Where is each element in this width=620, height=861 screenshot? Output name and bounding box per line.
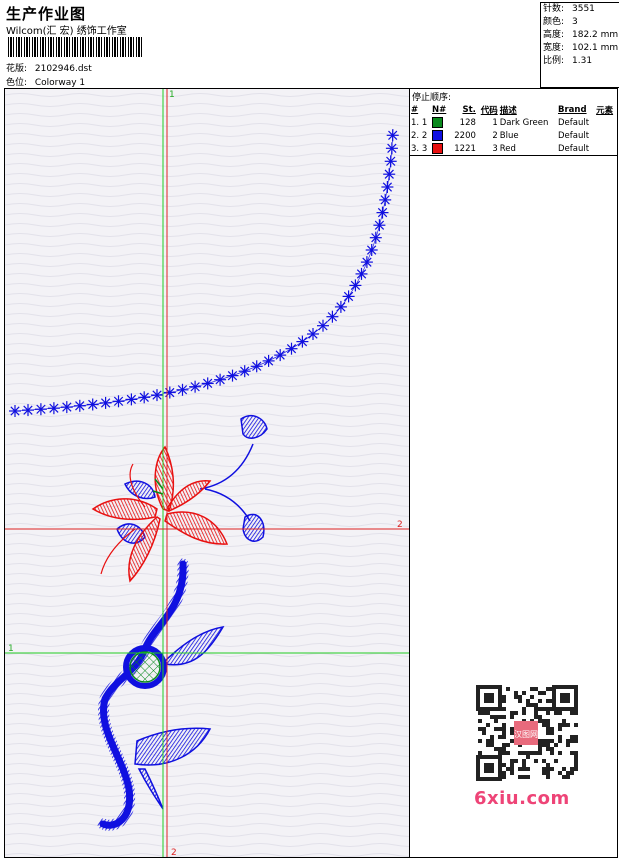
cross-stitch-star bbox=[34, 403, 47, 416]
pattern-file-value: 2102946.dst bbox=[34, 64, 92, 74]
cross-stitch-star bbox=[226, 369, 239, 382]
qr-code[interactable]: 汉图网 bbox=[470, 683, 582, 783]
production-sheet: 生产作业图 Wilcom(汇 宏) 绣饰工作室 花版: 2102946.dst … bbox=[0, 0, 620, 861]
design-preview[interactable]: 1 2 1 2 bbox=[5, 89, 410, 858]
col-brand: Brand bbox=[558, 104, 587, 115]
design-info-box: 针数: 3551 颜色: 3 高度: 182.2 mm 宽度: 102.1 mm 比例:… bbox=[540, 2, 619, 88]
row-needle: 2 bbox=[421, 130, 428, 141]
stop-table-bottom-rule bbox=[410, 155, 617, 156]
scale-row: 比例: 1.31 bbox=[541, 55, 619, 68]
colors-value: 3 bbox=[572, 17, 578, 27]
stitches-row: 针数: 3551 bbox=[541, 3, 619, 16]
row-description: Blue bbox=[499, 130, 519, 141]
col-stitches: St. bbox=[462, 104, 476, 115]
cross-stitch-star bbox=[383, 168, 396, 181]
pattern-label: 花版: bbox=[6, 64, 28, 74]
height-value: 182.2 mm bbox=[572, 30, 619, 40]
colors-label: 颜色: bbox=[543, 17, 565, 27]
col-index: # bbox=[411, 104, 419, 115]
cross-stitch-star bbox=[86, 398, 99, 411]
col-needle: N# bbox=[432, 104, 447, 115]
width-value: 102.1 mm bbox=[572, 43, 619, 53]
stop-sequence-panel: 停止顺序: # N# St. 代码 描述 Brand 元素 1. 1 128 1… bbox=[410, 89, 617, 156]
cross-stitch-star bbox=[189, 380, 202, 393]
width-label: 宽度: bbox=[543, 43, 565, 53]
cross-stitch-star bbox=[384, 155, 397, 168]
row-index: 1. bbox=[411, 117, 420, 128]
colors-row: 颜色: 3 bbox=[541, 16, 619, 29]
cross-stitch-star bbox=[317, 319, 329, 332]
row-description: Dark Green bbox=[499, 117, 549, 128]
row-code: 1 bbox=[492, 117, 498, 128]
cross-stitch-star bbox=[22, 404, 34, 417]
barcode bbox=[8, 37, 142, 57]
cross-stitch-star bbox=[201, 377, 214, 390]
stop-sequence-title: 停止顺序: bbox=[412, 93, 452, 103]
scale-value: 1.31 bbox=[572, 56, 593, 66]
fabric-texture bbox=[5, 89, 409, 857]
table-row[interactable]: 2. 2 2200 2 Blue Default bbox=[410, 129, 617, 142]
stitches-label: 针数: bbox=[543, 4, 565, 14]
row-index: 2. bbox=[411, 130, 420, 141]
cross-stitch-star bbox=[176, 383, 189, 396]
stitches-value: 3551 bbox=[572, 4, 595, 14]
qr-code-svg: 汉图网 bbox=[470, 683, 582, 783]
row-code: 2 bbox=[492, 130, 498, 141]
scale-label: 比例: bbox=[543, 56, 565, 66]
pattern-file-line: 花版: 2102946.dst bbox=[6, 61, 92, 74]
cross-stitch-star bbox=[385, 142, 398, 155]
color-swatch bbox=[432, 130, 443, 141]
stop-sequence-table: # N# St. 代码 描述 Brand 元素 1. 1 128 1 Dark … bbox=[410, 103, 617, 155]
height-label: 高度: bbox=[543, 30, 565, 40]
guide-v2-label: 2 bbox=[171, 848, 177, 857]
row-index: 3. bbox=[411, 143, 420, 154]
row-code: 3 bbox=[492, 143, 498, 154]
row-stitches: 2200 bbox=[454, 130, 476, 141]
guide-h1-label: 1 bbox=[8, 644, 14, 654]
row-stitches: 128 bbox=[459, 117, 476, 128]
col-element: 元素 bbox=[596, 105, 614, 116]
studio-name: Wilcom(汇 宏) 绣饰工作室 bbox=[6, 26, 127, 37]
qr-stamp-text: 汉图网 bbox=[514, 730, 538, 739]
colorway-label: 色位: bbox=[6, 78, 28, 88]
colorway-line: 色位: Colorway 1 bbox=[6, 75, 85, 88]
row-brand: Default bbox=[558, 130, 590, 141]
page-title: 生产作业图 bbox=[6, 5, 87, 23]
stop-header-row: # N# St. 代码 描述 Brand 元素 bbox=[410, 103, 617, 116]
embroidery-preview-svg: 1 2 1 2 bbox=[5, 89, 409, 858]
guide-v1-label: 1 bbox=[169, 90, 175, 100]
cross-stitch-star bbox=[163, 386, 176, 399]
colorway-value: Colorway 1 bbox=[34, 78, 86, 88]
width-row: 宽度: 102.1 mm bbox=[541, 42, 619, 55]
color-swatch bbox=[432, 117, 443, 128]
guide-h2-label: 2 bbox=[397, 520, 403, 530]
row-needle: 3 bbox=[421, 143, 428, 154]
col-description: 描述 bbox=[499, 105, 517, 116]
row-brand: Default bbox=[558, 143, 590, 154]
cross-stitch-star bbox=[376, 206, 389, 219]
row-needle: 1 bbox=[421, 117, 428, 128]
height-row: 高度: 182.2 mm bbox=[541, 29, 619, 42]
table-row[interactable]: 3. 3 1221 3 Red Default bbox=[410, 142, 617, 155]
row-brand: Default bbox=[558, 117, 590, 128]
cross-stitch-star bbox=[326, 310, 339, 323]
row-description: Red bbox=[499, 143, 516, 154]
table-row[interactable]: 1. 1 128 1 Dark Green Default bbox=[410, 116, 617, 129]
watermark-text: 6xiu.com bbox=[474, 788, 570, 809]
color-swatch bbox=[432, 143, 443, 154]
cross-stitch-star bbox=[112, 395, 125, 408]
row-stitches: 1221 bbox=[454, 143, 476, 154]
col-code: 代码 bbox=[480, 105, 498, 116]
